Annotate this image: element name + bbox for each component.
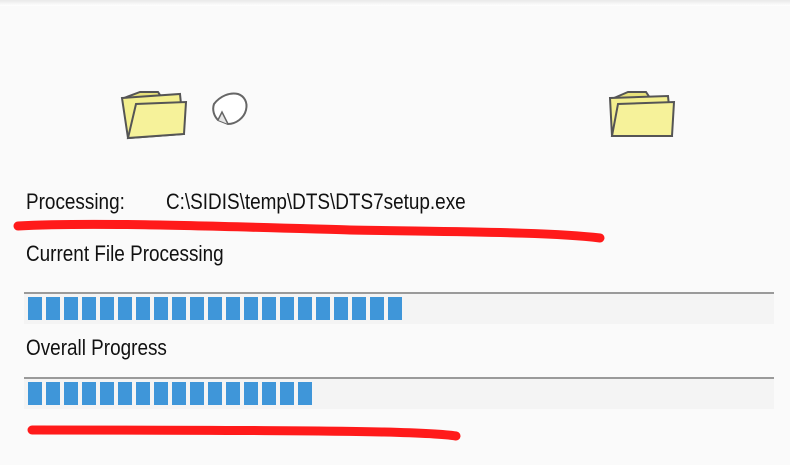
progress-segment <box>298 382 312 405</box>
progress-segment <box>388 297 402 320</box>
progress-segment <box>118 382 132 405</box>
progress-segment <box>82 297 96 320</box>
progress-segment <box>370 297 384 320</box>
progress-segment <box>208 297 222 320</box>
progress-segment <box>64 297 78 320</box>
destination-folder-icon <box>608 91 676 137</box>
progress-segment <box>46 297 60 320</box>
progress-segment <box>172 382 186 405</box>
progress-segment <box>226 382 240 405</box>
overall-progress-bar <box>24 377 774 409</box>
progress-segment <box>82 382 96 405</box>
progress-segment <box>136 297 150 320</box>
progress-segment <box>226 297 240 320</box>
progress-segment <box>244 382 258 405</box>
progress-segment <box>298 297 312 320</box>
progress-segment <box>118 297 132 320</box>
overall-progress-label: Overall Progress <box>26 335 167 360</box>
progress-segment <box>46 382 60 405</box>
progress-segment <box>244 297 258 320</box>
progress-segment <box>172 297 186 320</box>
current-file-label: Current File Processing <box>26 241 224 266</box>
progress-segment <box>262 297 276 320</box>
progress-segment <box>316 297 330 320</box>
overall-progress-fill <box>28 382 312 405</box>
progress-segment <box>154 297 168 320</box>
progress-segment <box>208 382 222 405</box>
copy-progress-dialog: Processing: C:\SIDIS\temp\DTS\DTS7setup.… <box>0 0 790 465</box>
progress-segment <box>64 382 78 405</box>
progress-segment <box>28 297 42 320</box>
progress-segment <box>28 382 42 405</box>
current-file-progress-fill <box>28 297 402 320</box>
progress-segment <box>154 382 168 405</box>
progress-segment <box>136 382 150 405</box>
progress-segment <box>100 382 114 405</box>
progress-segment <box>352 297 366 320</box>
progress-segment <box>280 382 294 405</box>
current-file-progress-bar <box>24 292 774 324</box>
red-annotation-underline-bottom <box>27 425 461 441</box>
dialog-top-edge <box>0 0 790 6</box>
progress-segment <box>190 382 204 405</box>
progress-segment <box>262 382 276 405</box>
source-folder-icon <box>120 91 188 140</box>
progress-segment <box>280 297 294 320</box>
progress-segment <box>100 297 114 320</box>
document-icon <box>212 92 248 126</box>
progress-segment <box>190 297 204 320</box>
progress-segment <box>334 297 348 320</box>
